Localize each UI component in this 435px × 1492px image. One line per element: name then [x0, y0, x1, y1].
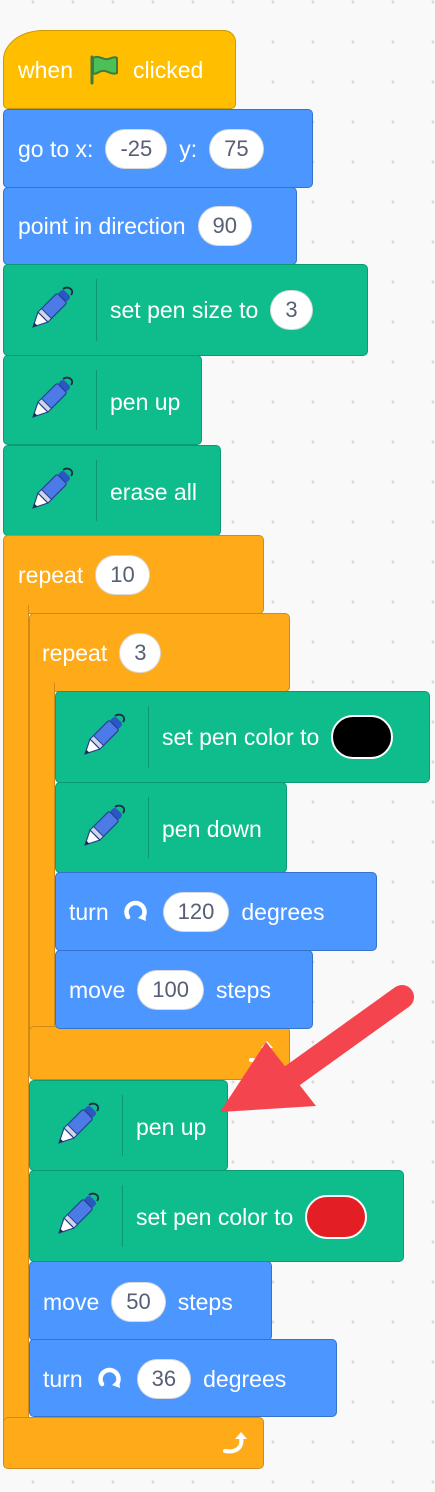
repeat-inner-bottom [29, 1026, 290, 1080]
set-pen-size-label: set pen size to [110, 296, 259, 323]
repeat-label: repeat [42, 639, 108, 666]
steps-input[interactable]: 50 [111, 1282, 166, 1322]
color-swatch[interactable] [331, 715, 394, 759]
turn-right-block[interactable]: turn 120 degrees [55, 872, 377, 951]
green-flag-icon [85, 53, 121, 87]
rotate-clockwise-icon [95, 1364, 125, 1394]
color-swatch[interactable] [305, 1195, 368, 1239]
degrees-input[interactable]: 120 [162, 892, 230, 932]
set-pen-color-block[interactable]: set pen color to [55, 691, 430, 783]
loop-arrow-icon [249, 1041, 273, 1063]
move-label: move [43, 1288, 100, 1315]
erase-all-label: erase all [110, 479, 197, 505]
degrees-input[interactable]: 36 [136, 1359, 192, 1399]
degrees-label: degrees [203, 1365, 287, 1392]
move-steps-block[interactable]: move 100 steps [55, 950, 313, 1029]
point-in-direction-label: point in direction [18, 212, 186, 239]
pen-icon [48, 1188, 104, 1244]
clicked-label: clicked [132, 56, 204, 83]
set-pen-size-block[interactable]: set pen size to 3 [3, 264, 368, 356]
direction-input[interactable]: 90 [197, 206, 252, 246]
go-to-x-label: go to x: [18, 135, 94, 162]
pen-icon [74, 800, 130, 856]
move-steps-block[interactable]: move 50 steps [29, 1261, 272, 1341]
divider [96, 370, 97, 430]
pen-down-label: pen down [162, 816, 262, 842]
pen-icon [22, 372, 78, 428]
pen-icon [74, 709, 130, 765]
go-to-xy-block[interactable]: go to x: -25 y: 75 [3, 109, 313, 188]
degrees-label: degrees [241, 898, 325, 925]
set-pen-color-label: set pen color to [162, 723, 320, 750]
steps-label: steps [177, 1288, 233, 1315]
when-label: when [18, 56, 73, 83]
pen-icon [22, 463, 78, 519]
turn-right-block[interactable]: turn 36 degrees [29, 1339, 337, 1417]
pen-up-block[interactable]: pen up [29, 1080, 228, 1171]
pen-up-label: pen up [136, 1114, 207, 1140]
repeat-label: repeat [18, 561, 84, 588]
y-input[interactable]: 75 [209, 129, 264, 169]
divider [122, 1185, 123, 1247]
loop-arrow-icon [223, 1432, 247, 1454]
x-input[interactable]: -25 [105, 129, 168, 169]
divider [122, 1095, 123, 1156]
rotate-clockwise-icon [121, 897, 151, 927]
steps-label: steps [215, 976, 271, 1003]
divider [96, 460, 97, 521]
steps-input[interactable]: 100 [137, 970, 204, 1010]
when-flag-clicked-block[interactable]: when clicked [3, 30, 236, 109]
repeat-count-input[interactable]: 3 [119, 633, 162, 673]
pen-up-block[interactable]: pen up [3, 355, 202, 445]
pen-icon [22, 282, 78, 338]
point-in-direction-block[interactable]: point in direction 90 [3, 187, 297, 265]
repeat-inner-arm [29, 683, 55, 1043]
erase-all-block[interactable]: erase all [3, 445, 221, 536]
pen-size-input[interactable]: 3 [270, 290, 313, 330]
set-pen-color-label: set pen color to [136, 1203, 294, 1230]
move-label: move [69, 976, 126, 1003]
repeat-inner-top[interactable]: repeat 3 [29, 613, 290, 692]
set-pen-color-block[interactable]: set pen color to [29, 1170, 404, 1262]
repeat-outer-bottom [3, 1417, 264, 1469]
turn-label: turn [69, 898, 109, 925]
y-label: y: [179, 135, 198, 162]
repeat-outer-arm [3, 605, 29, 1435]
pen-icon [48, 1098, 104, 1154]
repeat-count-input[interactable]: 10 [95, 555, 150, 595]
turn-label: turn [43, 1365, 83, 1392]
repeat-outer-top[interactable]: repeat 10 [3, 535, 264, 614]
divider [148, 706, 149, 768]
divider [96, 279, 97, 341]
pen-up-label: pen up [110, 389, 181, 415]
pen-down-block[interactable]: pen down [55, 782, 287, 873]
divider [148, 797, 149, 858]
